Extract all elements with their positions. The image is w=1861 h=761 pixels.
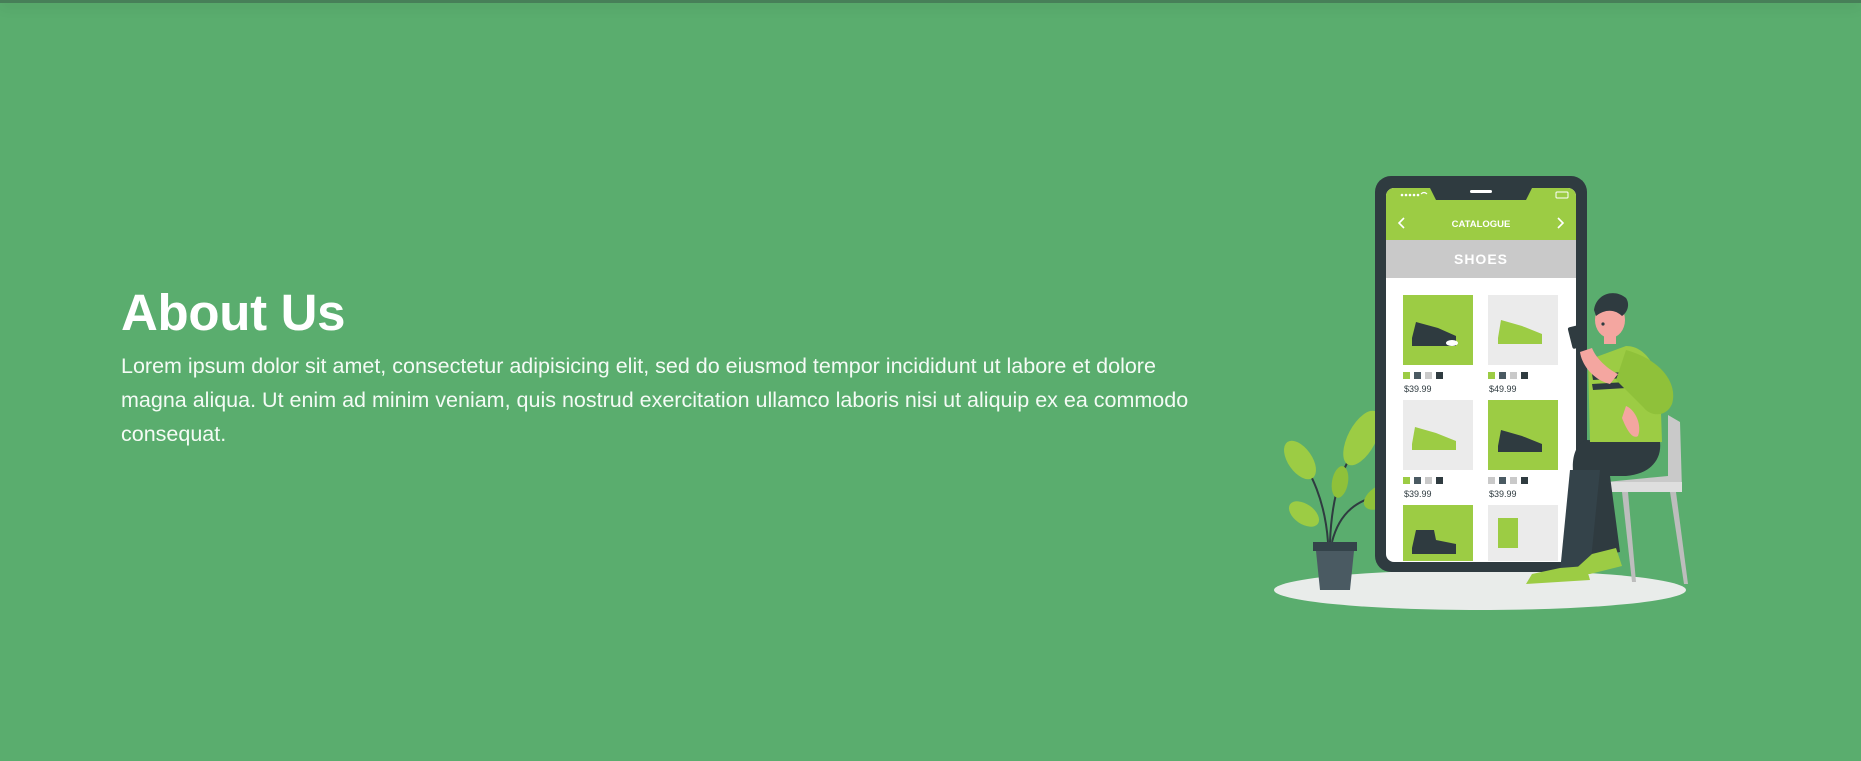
product-card <box>1403 505 1473 561</box>
product-price: $39.99 <box>1404 489 1432 499</box>
top-shadow-bar <box>0 0 1861 3</box>
product-price: $39.99 <box>1404 384 1432 394</box>
product-price: $39.99 <box>1489 489 1517 499</box>
about-section: About Us Lorem ipsum dolor sit amet, con… <box>121 283 1201 451</box>
product-card <box>1488 505 1558 561</box>
category-label: SHOES <box>1454 251 1508 267</box>
app-title: CATALOGUE <box>1452 219 1511 230</box>
page-title: About Us <box>121 284 346 341</box>
shopping-app-illustration: CATALOGUE SHOES $39.99 $49.99 $39.99 $39… <box>1274 176 1688 610</box>
about-description: Lorem ipsum dolor sit amet, consectetur … <box>121 354 1189 446</box>
phone-mockup: CATALOGUE SHOES $39.99 $49.99 $39.99 $39… <box>1375 176 1587 572</box>
product-price: $49.99 <box>1489 384 1517 394</box>
hero-illustration: CATALOGUE SHOES $39.99 $49.99 $39.99 $39… <box>1270 170 1700 620</box>
